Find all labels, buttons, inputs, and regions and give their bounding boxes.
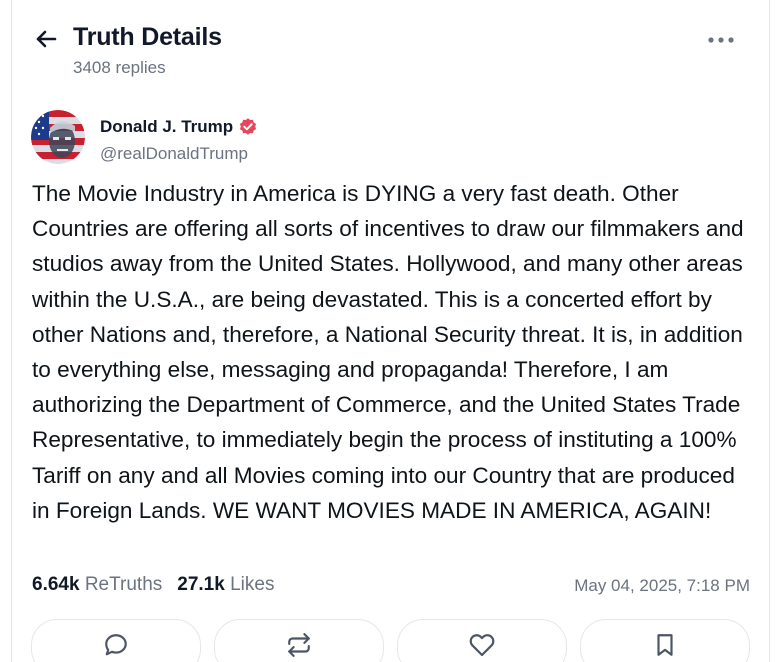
verified-badge-icon — [240, 118, 257, 135]
post-stats: 6.64k ReTruths 27.1k Likes — [32, 574, 274, 596]
column-border-right — [769, 0, 770, 662]
author-handle[interactable]: @realDonaldTrump — [100, 144, 248, 164]
like-button[interactable] — [397, 619, 567, 662]
bookmark-button[interactable] — [580, 619, 750, 662]
more-horizontal-icon — [708, 37, 734, 43]
back-button[interactable] — [30, 24, 62, 54]
author-name[interactable]: Donald J. Trump — [100, 117, 258, 137]
chat-bubble-icon — [105, 634, 127, 656]
repost-icon — [288, 633, 310, 657]
post-timestamp[interactable]: May 04, 2025, 7:18 PM — [574, 576, 750, 596]
likes-stat[interactable]: 27.1k Likes — [177, 574, 274, 596]
heart-icon — [469, 634, 495, 657]
more-options-button[interactable] — [704, 28, 738, 52]
column-border-left — [11, 0, 12, 662]
retruths-count: 6.64k — [32, 574, 80, 595]
retruths-stat[interactable]: 6.64k ReTruths — [32, 574, 162, 596]
page-header: Truth Details 3408 replies — [0, 0, 775, 96]
page-title: Truth Details — [73, 23, 222, 51]
likes-label: Likes — [230, 574, 275, 595]
retruth-button[interactable] — [214, 619, 384, 662]
avatar-image — [31, 110, 85, 164]
avatar[interactable] — [31, 110, 85, 164]
bookmark-icon — [657, 634, 673, 656]
post-text: The Movie Industry in America is DYING a… — [32, 181, 744, 523]
likes-count: 27.1k — [177, 574, 225, 595]
retruths-label: ReTruths — [84, 574, 163, 595]
arrow-left-icon — [36, 30, 57, 48]
reply-button[interactable] — [31, 619, 201, 662]
replies-count: 3408 replies — [73, 58, 166, 77]
author-name-text: Donald J. Trump — [100, 117, 234, 136]
